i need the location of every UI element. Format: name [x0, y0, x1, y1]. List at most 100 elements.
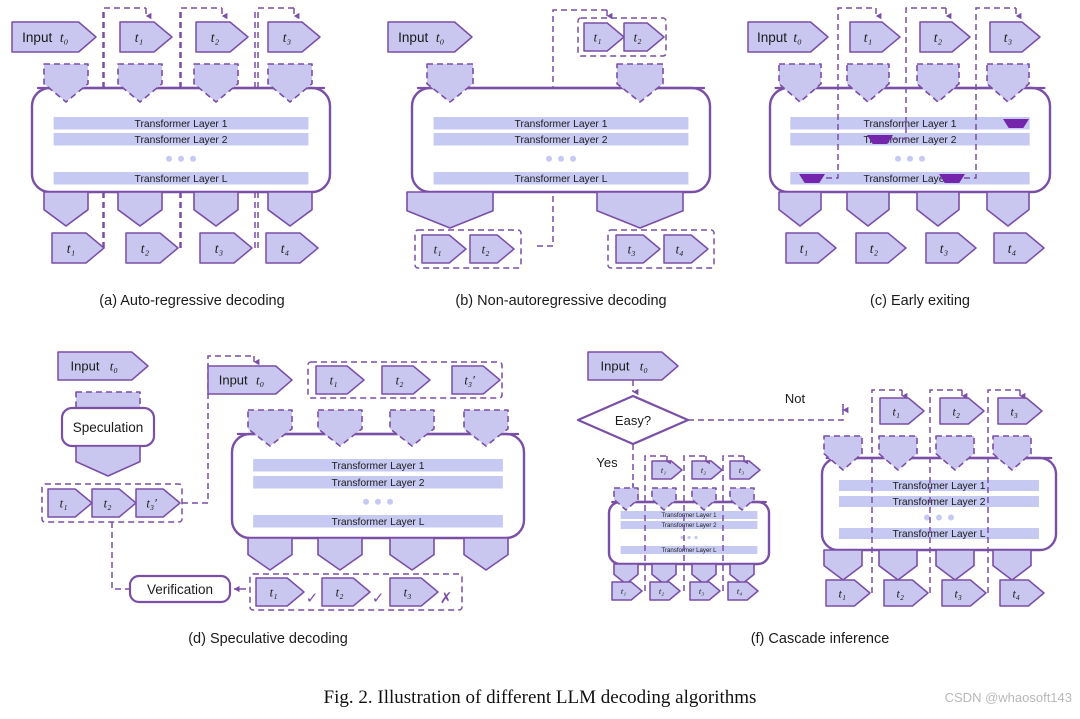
panel-a-decoder-arrow-3: [193, 191, 239, 227]
panel-f-small-model-layer-label-1: Transformer Layer 1: [662, 512, 718, 519]
panel-d-target-bottom-token-3-label: t₃: [404, 586, 412, 600]
panel-d-target-model-ellipsis-dot: [363, 498, 369, 505]
panel-b-decoder-arrow-1: [406, 191, 494, 229]
panel-f-small-top-token-1-label: t₁: [661, 465, 666, 475]
panel-b-top-token-2: [623, 22, 665, 52]
panel-a-bottom-token-2-label: t₂: [141, 241, 150, 256]
panel-f-small-bottom-token-2: [649, 581, 681, 601]
panel-a-bottom-token-1-label: t₁: [67, 241, 75, 256]
panel-a-input-token-label: Input: [22, 30, 52, 45]
panel-b-model-ellipsis-dot: [546, 155, 552, 162]
panel-a-top-token-2-label: t₂: [211, 30, 220, 45]
panel-f-small-decoder-arrow-3: [691, 563, 717, 585]
panel-c-bottom-token-4: [993, 232, 1045, 264]
panel-f-large-bottom-token-2-label: t₂: [896, 586, 904, 600]
panel-d-caption: (d) Speculative decoding: [188, 631, 348, 647]
panel-d-bottom-mark-1: ✓: [306, 591, 319, 607]
panel-b-bottom-token-3-label: t₃: [628, 243, 636, 257]
panel-d-speculation-label: Speculation: [73, 420, 144, 435]
panel-f-large-decoder-arrow-3: [935, 549, 975, 581]
panel-a-model-ellipsis-dot: [166, 155, 172, 162]
panel-d-target-bottom-token-1: [255, 577, 305, 607]
panel-f-large-top-token-2: [939, 397, 985, 425]
panel-a-top-token-3-label: t₃: [283, 30, 292, 45]
panel-c-bottom-token-1-label: t₁: [800, 241, 808, 256]
panel-b-bottom-token-2: [469, 234, 515, 264]
panel-c-top-token-3-label: t₃: [1004, 30, 1013, 45]
panel-f-input-token-token: t₀: [640, 359, 648, 374]
panel-f-large-top-token-3-label: t₃: [1010, 404, 1018, 418]
panel-b-bottom-token-4: [663, 234, 709, 264]
panel-f-large-decoder-arrow-1: [823, 549, 863, 581]
panel-d-draft-input-token: t₀: [110, 359, 118, 374]
panel-b-bottom-token-2-label: t₂: [482, 243, 490, 257]
panel-f-small-bottom-token-1: [611, 581, 643, 601]
panel-c-model-layer-label-1: Transformer Layer 1: [864, 119, 957, 130]
panel-a-decoder-arrow-1: [43, 191, 89, 227]
panel-f-small-model-ellipsis-dot: [680, 535, 684, 540]
panel-f-large-model-layer-label-3: Transformer Layer L: [893, 529, 986, 540]
panel-b-caption: (b) Non-autoregressive decoding: [455, 293, 666, 309]
panel-b-model-layer-label-3: Transformer Layer L: [515, 174, 608, 185]
figure-caption: Fig. 2. Illustration of different LLM de…: [324, 687, 757, 708]
panel-f-small-model-layer-label-2: Transformer Layer 2: [662, 522, 718, 529]
panel-f-large-bottom-token-2: [883, 579, 929, 607]
panel-f-small-bottom-token-2-label: t₂: [659, 586, 664, 596]
panel-d-target-bottom-token-2: [321, 577, 371, 607]
panel-f-caption: (f) Cascade inference: [751, 631, 890, 647]
panel-c-decoder-arrow-1: [778, 191, 822, 227]
panel-c-caption: (c) Early exiting: [870, 293, 970, 309]
panel-d-target-decoder-arrow-3: [389, 537, 435, 571]
panel-d-draft-input-label: Input: [71, 359, 100, 374]
panel-c-bottom-token-3: [925, 232, 977, 264]
panel-c-top-token-3: [989, 21, 1041, 53]
panel-d-target-model-ellipsis-dot: [375, 498, 381, 505]
panel-a-top-token-1: [119, 21, 173, 53]
panel-f-large-top-token-1-label: t₁: [892, 404, 900, 418]
panel-d-target-top-token-1-label: t₁: [330, 374, 338, 388]
panel-f-large-top-token-1: [879, 397, 925, 425]
panel-d-target-top-token-2: [381, 365, 431, 395]
panel-d-draft-token-2-label: t₂: [104, 497, 112, 511]
panel-f-small-bottom-token-4-label: t₄: [737, 586, 742, 596]
panel-c-decoder-arrow-4: [986, 191, 1030, 227]
panel-d-target-top-token-3: [451, 365, 501, 395]
panel-d-target-top-token-2-label: t₂: [396, 374, 404, 388]
panel-f-large-model-layer-label-1: Transformer Layer 1: [893, 481, 986, 492]
panel-b-top-token-2-label: t₂: [634, 31, 642, 45]
panel-d-target-model-ellipsis-dot: [387, 498, 393, 505]
panel-f-large-model-ellipsis-dot: [948, 514, 954, 521]
panel-f-large-model-layer-label-2: Transformer Layer 2: [893, 497, 986, 508]
panel-b-decoder-arrow-2: [596, 191, 684, 229]
panel-a-bottom-token-2: [125, 232, 179, 264]
panel-d-target-input-label: Input: [219, 373, 248, 388]
panel-f-small-top-token-3: [729, 460, 761, 480]
panel-f-small-top-token-1: [651, 460, 683, 480]
panel-f-not-path: [688, 404, 844, 421]
panel-c-bottom-token-1: [785, 232, 837, 264]
panel-d-target-bottom-token-3: [389, 577, 439, 607]
panel-b-bottom-token-4-label: t₄: [676, 243, 684, 257]
panel-d-bottom-mark-3: ✗: [440, 591, 453, 607]
decoding-algorithms-figure: Input t₀ t₁ t₂ t₃ Transformer Layer 1 Transfor…: [11, 7, 1072, 708]
panel-c-input-token-label: Input: [757, 30, 787, 45]
panel-f-small-top-token-2: [691, 460, 723, 480]
panel-f-large-bottom-token-1: [825, 579, 871, 607]
panel-f-input-token-label: Input: [601, 359, 630, 374]
panel-d-target-model-layer-label-3: Transformer Layer L: [332, 517, 425, 528]
panel-b-model-layer-label-2: Transformer Layer 2: [515, 135, 608, 146]
panel-d-target-decoder-arrow-1: [247, 537, 293, 571]
panel-c-bottom-token-2: [855, 232, 907, 264]
panel-b-bottom-token-1: [421, 234, 467, 264]
panel-b-input-token-label: Input: [398, 30, 428, 45]
panel-f-large-top-token-3: [997, 397, 1043, 425]
panel-a-bottom-token-4-label: t₄: [281, 241, 290, 256]
panel-c-top-token-1: [849, 21, 901, 53]
panel-d-target-top-token-1: [315, 365, 365, 395]
panel-f-large-bottom-token-4-label: t₄: [1012, 586, 1020, 600]
panel-a-decoder-arrow-4: [267, 191, 313, 227]
panel-d-target-input-token: t₀: [256, 373, 264, 388]
panel-f-large-model-ellipsis-dot: [924, 514, 930, 521]
panel-d-draft-token-3: [135, 488, 181, 518]
panel-f-small-model-ellipsis-dot: [694, 535, 698, 540]
